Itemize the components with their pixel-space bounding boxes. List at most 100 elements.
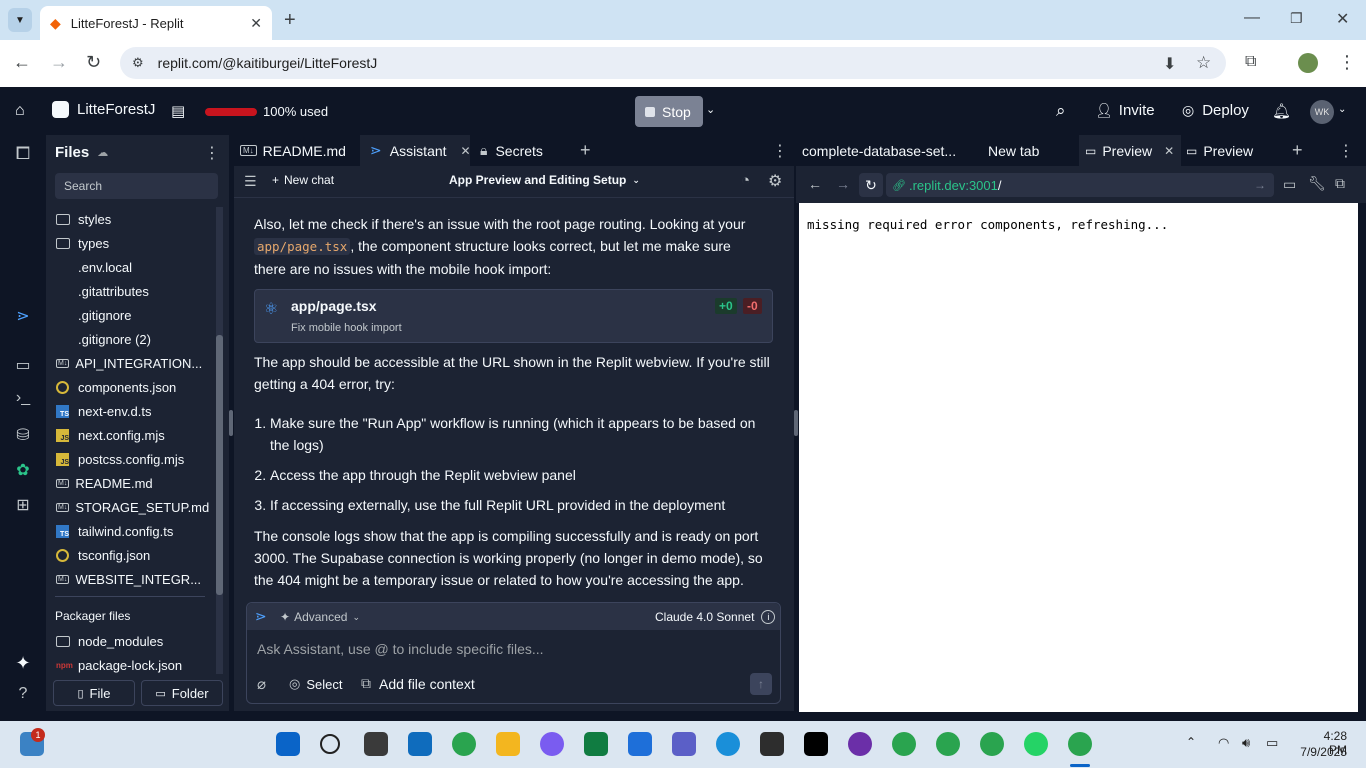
taskbar-search-icon[interactable] <box>320 734 340 754</box>
new-chat-button[interactable]: + New chat <box>272 173 334 187</box>
file-item[interactable]: .gitignore (2) <box>56 327 151 351</box>
model-selector[interactable]: Claude 4.0 Sonnet i <box>655 610 776 624</box>
devtools-wrench-icon[interactable]: 🔧︎ <box>1308 175 1326 192</box>
file-item[interactable]: TS next-env.d.ts <box>56 399 151 423</box>
tab-readme[interactable]: M↓ README.md <box>240 135 346 166</box>
start-windows-icon[interactable] <box>276 732 300 756</box>
close-tab-icon[interactable]: ✕ <box>250 15 262 32</box>
run-options-chevron-icon[interactable]: ⌄ <box>706 103 715 116</box>
preview-url-bar[interactable]: 🔗︎ .replit.dev:3001 / → <box>886 173 1274 197</box>
ai-sparkle-icon[interactable]: ✦ <box>13 653 33 673</box>
battery-icon[interactable]: ▭ <box>1266 735 1278 751</box>
resize-handle-right[interactable] <box>794 410 798 436</box>
file-item[interactable]: .gitignore <box>56 303 131 327</box>
new-file-button[interactable]: ▯ File <box>53 680 135 706</box>
back-icon[interactable]: ← <box>13 52 31 73</box>
tray-chevron-icon[interactable]: ⌃ <box>1186 735 1196 749</box>
project-info-icon[interactable]: ▤ <box>171 102 185 120</box>
task-view-icon[interactable] <box>364 732 388 756</box>
wifi-icon[interactable]: ◠ <box>1218 735 1229 751</box>
user-avatar[interactable]: WK <box>1310 100 1334 124</box>
invite-button[interactable]: 👤︎ Invite <box>1095 102 1155 119</box>
whatsapp-icon[interactable] <box>1024 732 1048 756</box>
close-tab-icon[interactable]: ✕ <box>1164 144 1174 158</box>
files-toggle-icon[interactable]: ⧠ <box>13 143 33 163</box>
file-item[interactable]: TS tailwind.config.ts <box>56 519 173 543</box>
file-item[interactable]: components.json <box>56 375 176 399</box>
speed-icon[interactable]: ◔ <box>741 172 750 189</box>
search-icon[interactable]: ⌕ <box>1056 101 1066 121</box>
url-go-icon[interactable]: → <box>1254 178 1266 192</box>
file-item[interactable]: M↓ STORAGE_SETUP.md <box>56 495 209 519</box>
new-folder-button[interactable]: ▭ Folder <box>141 680 223 706</box>
shell-icon[interactable]: ›_ <box>13 389 33 409</box>
files-menu-icon[interactable]: ⋮ <box>204 143 220 163</box>
preview-back-icon[interactable]: ← <box>808 176 822 192</box>
send-button[interactable]: ↑ <box>750 673 772 695</box>
l-app-icon[interactable] <box>760 732 784 756</box>
preview-reload-icon[interactable]: ↻ <box>859 173 883 197</box>
browser-tab-active[interactable]: ◆ LitteForestJ - Replit ✕ <box>40 6 272 40</box>
pane-menu-icon[interactable]: ⋮ <box>1338 135 1354 166</box>
profile-avatar[interactable] <box>1298 53 1318 73</box>
outlook-icon[interactable] <box>408 732 432 756</box>
home-icon[interactable]: ⌂ <box>15 102 25 120</box>
deploy-button[interactable]: ◎ Deploy <box>1182 102 1249 119</box>
database-icon[interactable]: ⛁ <box>13 425 33 445</box>
devices-icon[interactable]: ▭ <box>1283 176 1296 193</box>
tab-preview[interactable]: ▭ Preview <box>1186 135 1253 166</box>
chrome-profile-2-icon[interactable] <box>892 732 916 756</box>
file-explorer-icon[interactable] <box>496 732 520 756</box>
packager-item-node-modules[interactable]: node_modules <box>56 629 163 653</box>
teams-icon[interactable] <box>672 732 696 756</box>
deployments-icon[interactable]: ✿ <box>13 460 33 480</box>
chrome-profile-1-icon[interactable] <box>452 732 476 756</box>
tab-assistant[interactable]: ⋗ Assistant ✕ <box>360 135 471 166</box>
bookmark-star-icon[interactable]: ☆ <box>1196 53 1211 73</box>
install-app-icon[interactable]: ⬇ <box>1163 54 1176 74</box>
file-item[interactable]: JS next.config.mjs <box>56 423 165 447</box>
files-scrollbar-thumb[interactable] <box>216 335 223 595</box>
tab-search-button[interactable]: ▼ <box>8 8 32 32</box>
add-tab-icon[interactable]: + <box>1292 135 1303 166</box>
pane-menu-icon[interactable]: ⋮ <box>772 135 788 166</box>
file-item[interactable]: JS postcss.config.mjs <box>56 447 184 471</box>
microsoft-store-icon[interactable] <box>628 732 652 756</box>
account-chevron-icon[interactable]: ⌄ <box>1338 104 1346 115</box>
edge-icon[interactable] <box>716 732 740 756</box>
tab-secrets[interactable]: 🔒︎ Secrets <box>480 135 543 166</box>
tab-new-tab[interactable]: New tab <box>988 135 1039 166</box>
tab-preview-active[interactable]: ▭ Preview ✕ <box>1079 135 1181 166</box>
copilot-icon[interactable] <box>540 732 564 756</box>
notifications-bell-icon[interactable]: 🔔︎ <box>1272 102 1291 120</box>
files-search-input[interactable]: Search <box>55 173 218 199</box>
all-tools-icon[interactable]: ⊞ <box>13 495 33 515</box>
file-item[interactable]: styles <box>56 207 111 231</box>
project-switcher[interactable]: LitteForestJ <box>52 101 155 118</box>
tab-database-setup[interactable]: complete-database-set... <box>802 135 956 166</box>
file-change-card[interactable]: ⚛ app/page.tsx Fix mobile hook import +0… <box>254 289 773 343</box>
chrome-profile-4-icon[interactable] <box>980 732 1004 756</box>
chrome-active-icon[interactable] <box>1068 732 1092 756</box>
chat-history-icon[interactable]: ☰ <box>244 173 257 190</box>
open-new-window-icon[interactable]: ⧉ <box>1335 175 1345 192</box>
stop-button[interactable]: Stop <box>635 96 703 127</box>
settings-gear-icon[interactable]: ⚙ <box>768 171 782 191</box>
new-tab-icon[interactable]: + <box>284 9 296 32</box>
restore-icon[interactable]: ❐ <box>1290 10 1303 27</box>
chrome-menu-icon[interactable]: ⋮ <box>1338 52 1356 73</box>
close-tab-icon[interactable]: ✕ <box>461 144 471 158</box>
volume-icon[interactable]: 🔊︎ <box>1242 735 1250 751</box>
minimize-icon[interactable]: — <box>1244 9 1260 27</box>
file-item[interactable]: types <box>56 231 109 255</box>
v0-app-icon[interactable] <box>804 732 828 756</box>
add-tab-icon[interactable]: + <box>580 135 591 166</box>
omnibox[interactable]: ⚙ replit.com/@kaitiburgei/LitteForestJ <box>120 47 1226 79</box>
attach-paperclip-icon[interactable]: ⌀ <box>257 675 266 693</box>
add-file-context-button[interactable]: ⧉ Add file context <box>361 675 475 692</box>
file-item[interactable]: M↓ README.md <box>56 471 153 495</box>
site-info-icon[interactable]: ⚙ <box>132 55 144 71</box>
preview-forward-icon[interactable]: → <box>836 176 850 192</box>
file-item[interactable]: tsconfig.json <box>56 543 150 567</box>
extensions-icon[interactable]: ⧉ <box>1245 53 1256 71</box>
